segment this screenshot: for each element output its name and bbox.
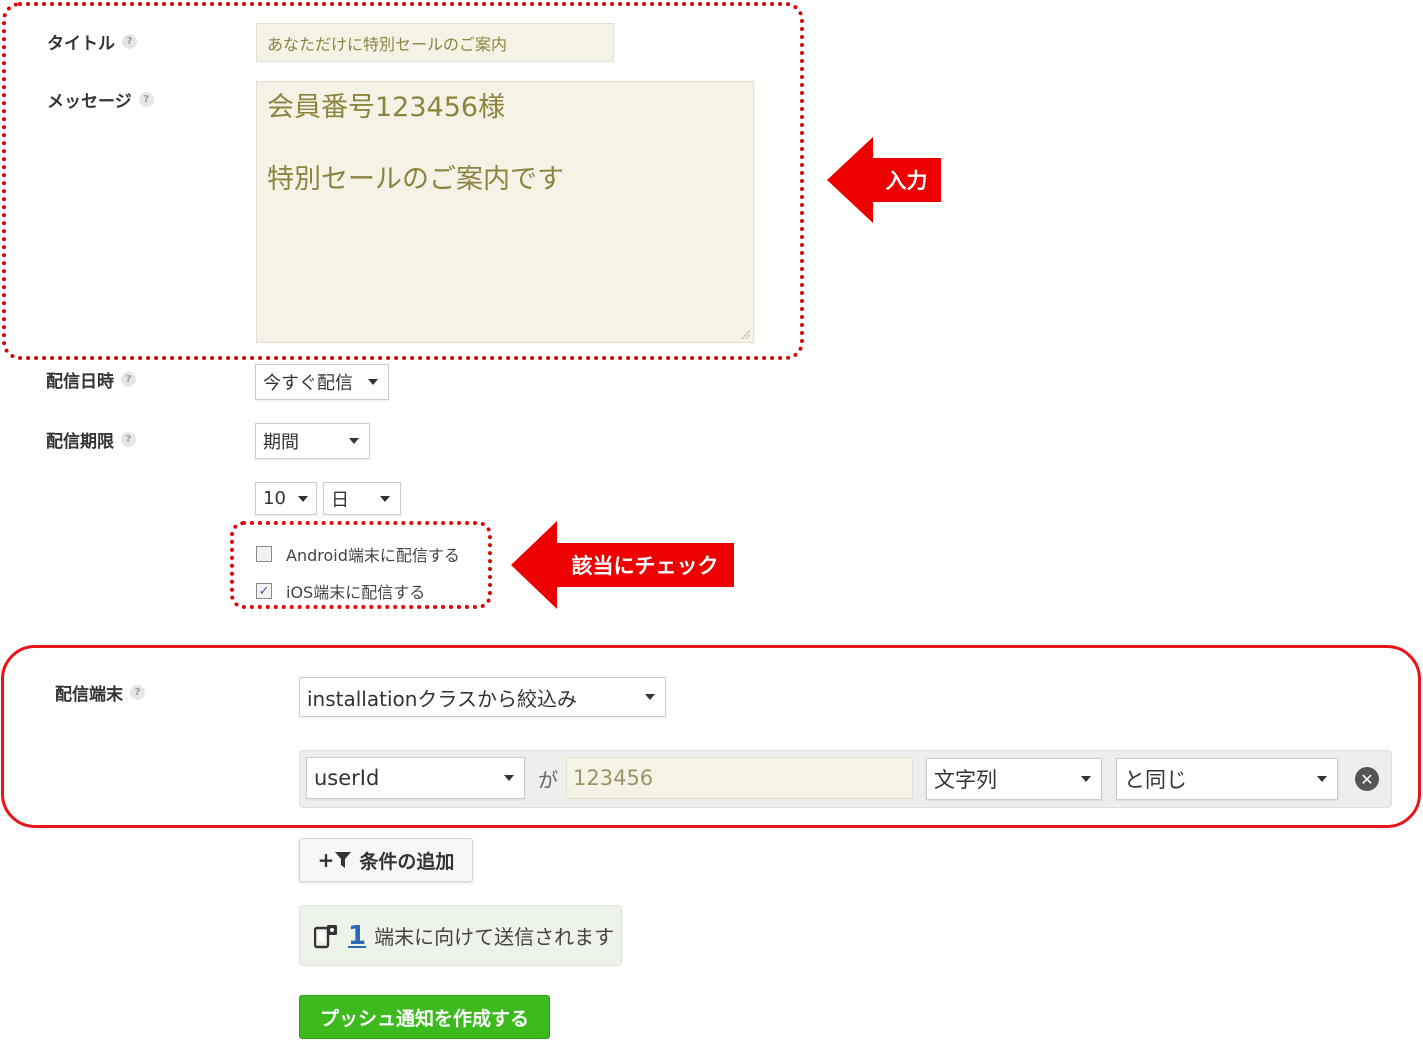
limit-amount-select[interactable]: 10	[255, 482, 317, 515]
limit-unit-value: 日	[331, 489, 349, 511]
delivery-limit-value: 期間	[263, 432, 299, 453]
android-checkbox-label: Android端末に配信する	[286, 546, 460, 565]
help-icon[interactable]: ?	[121, 371, 136, 387]
ios-checkbox-label: iOS端末に配信する	[286, 583, 426, 602]
check-callout-arrow: 該当にチェック	[511, 521, 734, 609]
resize-grip-icon[interactable]	[740, 329, 750, 339]
help-icon[interactable]: ?	[138, 91, 154, 107]
condition-operator-select[interactable]: と同じ	[1116, 758, 1338, 800]
condition-type-select[interactable]: 文字列	[926, 758, 1102, 800]
chevron-down-icon	[504, 775, 514, 781]
condition-field-select[interactable]: userId	[306, 757, 525, 799]
help-icon[interactable]: ?	[121, 431, 136, 447]
arrow-head-shape	[827, 137, 873, 223]
message-label-text: メッセージ	[47, 91, 132, 112]
check-callout-label: 該当にチェック	[556, 543, 734, 587]
delivery-time-value: 今すぐ配信	[263, 373, 353, 394]
condition-operator-value: と同じ	[1124, 768, 1187, 792]
chevron-down-icon	[1317, 776, 1327, 782]
chevron-down-icon	[297, 495, 308, 502]
android-checkbox-row[interactable]: Android端末に配信する	[256, 543, 460, 565]
create-push-button[interactable]: プッシュ通知を作成する	[299, 995, 550, 1039]
chevron-down-icon	[1081, 776, 1091, 782]
device-count-box: 1 端末に向けて送信されます	[299, 905, 622, 966]
input-callout-arrow: 入力	[827, 137, 941, 223]
device-count-number[interactable]: 1	[348, 921, 366, 951]
add-condition-label: 条件の追加	[359, 850, 455, 873]
delivery-limit-label: 配信期限 ?	[46, 428, 136, 452]
ios-checkbox[interactable]: ✓	[256, 583, 272, 599]
condition-type-value: 文字列	[934, 768, 997, 792]
input-callout-label: 入力	[872, 158, 941, 202]
condition-connector: が	[538, 768, 558, 792]
target-filter-select[interactable]: installationクラスから絞込み	[299, 677, 666, 717]
device-count-text: 端末に向けて送信されます	[374, 925, 615, 949]
arrow-head-shape	[511, 521, 557, 609]
condition-value-input[interactable]: 123456	[566, 757, 913, 799]
title-input[interactable]: あなただけに特別セールのご案内	[256, 23, 614, 62]
delivery-time-label-text: 配信日時	[46, 371, 114, 392]
delivery-time-label: 配信日時 ?	[46, 368, 136, 392]
help-icon[interactable]: ?	[130, 684, 145, 700]
android-checkbox[interactable]	[256, 546, 272, 562]
delivery-limit-label-text: 配信期限	[46, 431, 114, 452]
remove-condition-icon[interactable]: ✕	[1355, 767, 1379, 791]
target-label-text: 配信端末	[55, 684, 123, 705]
message-line-1: 会員番号123456様	[267, 92, 506, 123]
chevron-down-icon	[349, 438, 359, 444]
target-label: 配信端末 ?	[55, 681, 145, 705]
limit-unit-select[interactable]: 日	[323, 482, 401, 515]
chevron-down-icon	[380, 495, 390, 502]
add-condition-button[interactable]: + 条件の追加	[299, 838, 473, 882]
chevron-down-icon	[645, 694, 655, 700]
plus-icon: +	[317, 848, 335, 872]
delivery-limit-select[interactable]: 期間	[255, 423, 370, 459]
devices-icon	[314, 924, 337, 948]
condition-field-value: userId	[314, 766, 380, 790]
title-label: タイトル ?	[47, 30, 137, 54]
message-label: メッセージ ?	[47, 88, 154, 112]
filter-icon	[335, 852, 352, 868]
message-line-2: 特別セールのご案内です	[267, 164, 564, 195]
title-label-text: タイトル	[47, 33, 115, 54]
delivery-time-select[interactable]: 今すぐ配信	[255, 364, 389, 400]
help-icon[interactable]: ?	[122, 33, 137, 49]
chevron-down-icon	[368, 379, 378, 385]
message-textarea[interactable]: 会員番号123456様 特別セールのご案内です	[256, 81, 754, 343]
ios-checkbox-row[interactable]: ✓ iOS端末に配信する	[256, 580, 425, 602]
limit-amount-value: 10	[263, 488, 286, 509]
target-filter-value: installationクラスから絞込み	[307, 686, 578, 711]
